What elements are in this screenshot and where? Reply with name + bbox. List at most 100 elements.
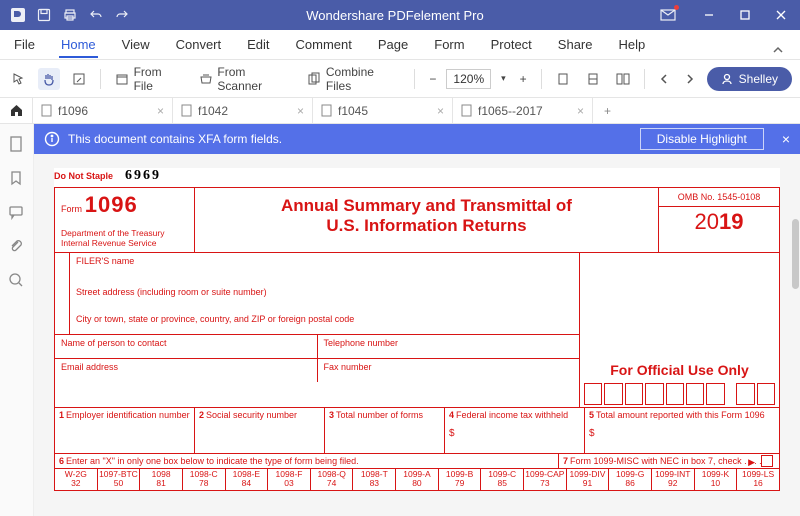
doc-tab-3[interactable]: f1065--2017× <box>452 98 592 123</box>
doc-tab-2[interactable]: f1045× <box>312 98 452 123</box>
save-icon[interactable] <box>36 7 52 23</box>
form-type-column[interactable]: 1098-T83 <box>353 469 396 490</box>
info-icon <box>44 131 60 147</box>
form-title: Annual Summary and Transmittal ofU.S. In… <box>195 188 659 252</box>
ein-field[interactable]: Employer identification number <box>66 410 190 420</box>
maximize-button[interactable] <box>728 0 762 30</box>
thumbnails-icon[interactable] <box>8 136 26 154</box>
menu-view[interactable]: View <box>120 31 152 58</box>
form-type-column[interactable]: 1098-C78 <box>183 469 226 490</box>
from-scanner-button[interactable]: From Scanner <box>195 62 296 96</box>
two-page-icon[interactable] <box>612 69 634 89</box>
close-tab-icon[interactable]: × <box>437 104 444 118</box>
search-icon[interactable] <box>8 272 26 290</box>
form-type-column[interactable]: 1099-A80 <box>396 469 439 490</box>
form-type-column[interactable]: 1099-INT92 <box>652 469 695 490</box>
form-type-column[interactable]: 109881 <box>140 469 183 490</box>
from-file-button[interactable]: From File <box>111 62 187 96</box>
menu-convert[interactable]: Convert <box>174 31 224 58</box>
bookmarks-icon[interactable] <box>8 170 26 188</box>
new-tab-button[interactable]: + <box>592 98 622 123</box>
next-page-button[interactable] <box>681 71 699 87</box>
page-canvas[interactable]: Do Not Staple6969 Form 1096 Department o… <box>34 154 800 516</box>
do-not-staple-label: Do Not Staple <box>54 171 113 181</box>
form-type-column[interactable]: 1099-LS16 <box>737 469 779 490</box>
form-type-column[interactable]: 1099-K10 <box>695 469 738 490</box>
edit-tool-icon[interactable] <box>68 69 90 89</box>
menu-protect[interactable]: Protect <box>489 31 534 58</box>
doc-tab-1[interactable]: f1042× <box>172 98 312 123</box>
tax-withheld-field[interactable]: Federal income tax withheld <box>456 410 568 420</box>
close-tab-icon[interactable]: × <box>577 104 584 118</box>
contact-name-field[interactable]: Name of person to contact <box>55 335 318 358</box>
zoom-out-button[interactable]: − <box>425 69 440 89</box>
official-use-label: For Official Use Only <box>580 359 779 381</box>
zoom-in-button[interactable]: + <box>516 69 531 89</box>
form-type-column[interactable]: W-2G32 <box>55 469 98 490</box>
disable-highlight-button[interactable]: Disable Highlight <box>640 128 764 150</box>
form-type-column[interactable]: 1098-Q74 <box>311 469 354 490</box>
menu-edit[interactable]: Edit <box>245 31 271 58</box>
form-type-column[interactable]: 1099-G86 <box>609 469 652 490</box>
form-type-column[interactable]: 1099-C85 <box>481 469 524 490</box>
ssn-field[interactable]: Social security number <box>206 410 297 420</box>
close-notification-icon[interactable]: × <box>782 131 790 147</box>
print-icon[interactable] <box>62 7 78 23</box>
select-tool-icon[interactable] <box>8 69 30 89</box>
street-address-field[interactable]: Street address (including room or suite … <box>69 284 579 311</box>
menu-help[interactable]: Help <box>617 31 648 58</box>
close-tab-icon[interactable]: × <box>297 104 304 118</box>
attachments-icon[interactable] <box>8 238 26 256</box>
menu-file[interactable]: File <box>12 31 37 58</box>
form-type-column[interactable]: 1097-BTC50 <box>98 469 141 490</box>
minimize-button[interactable] <box>692 0 726 30</box>
misc-nec-label: Form 1099-MISC with NEC in box 7, check … <box>570 456 762 466</box>
annotations-icon[interactable] <box>8 204 26 222</box>
department-label: Department of the Treasury Internal Reve… <box>61 228 188 248</box>
toolbar: From File From Scanner Combine Files − 1… <box>0 60 800 98</box>
doc-tab-0[interactable]: f1096× <box>32 98 172 123</box>
undo-icon[interactable] <box>88 7 104 23</box>
staple-number: 6969 <box>125 168 161 184</box>
fit-page-icon[interactable] <box>582 69 604 89</box>
mail-icon[interactable] <box>660 7 676 23</box>
prev-page-button[interactable] <box>655 71 673 87</box>
menu-page[interactable]: Page <box>376 31 410 58</box>
form-1096-document: Do Not Staple6969 Form 1096 Department o… <box>54 168 780 491</box>
nec-checkbox[interactable] <box>761 455 773 467</box>
redo-icon[interactable] <box>114 7 130 23</box>
app-logo-icon <box>10 7 26 23</box>
total-amount-field[interactable]: Total amount reported with this Form 109… <box>596 410 765 420</box>
fit-width-icon[interactable] <box>552 69 574 89</box>
menu-share[interactable]: Share <box>556 31 595 58</box>
scrollbar-thumb[interactable] <box>792 219 799 289</box>
user-button[interactable]: Shelley <box>707 67 792 91</box>
city-field[interactable]: City or town, state or province, country… <box>69 311 579 334</box>
email-field[interactable]: Email address <box>55 359 318 382</box>
form-type-column[interactable]: 1098-F03 <box>268 469 311 490</box>
form-type-column[interactable]: 1099-DIV91 <box>567 469 610 490</box>
form-year: 2019 <box>659 207 779 237</box>
xfa-message: This document contains XFA form fields. <box>68 132 282 146</box>
titlebar: Wondershare PDFelement Pro <box>0 0 800 30</box>
form-type-column[interactable]: 1099-B79 <box>439 469 482 490</box>
combine-files-button[interactable]: Combine Files <box>303 62 404 96</box>
hand-tool-icon[interactable] <box>38 68 60 90</box>
total-forms-field[interactable]: Total number of forms <box>336 410 423 420</box>
form-type-column[interactable]: 1099-CAP73 <box>524 469 567 490</box>
close-button[interactable] <box>764 0 798 30</box>
menu-form[interactable]: Form <box>432 31 466 58</box>
close-tab-icon[interactable]: × <box>157 104 164 118</box>
menu-comment[interactable]: Comment <box>294 31 354 58</box>
fax-field[interactable]: Fax number <box>318 359 580 382</box>
home-tab-icon[interactable] <box>0 103 32 118</box>
menu-home[interactable]: Home <box>59 31 98 58</box>
omb-number: OMB No. 1545-0108 <box>659 188 779 207</box>
telephone-field[interactable]: Telephone number <box>318 335 580 358</box>
zoom-value[interactable]: 120% <box>446 69 491 89</box>
zoom-dropdown-icon[interactable]: ▾ <box>497 70 510 87</box>
collapse-ribbon-icon[interactable] <box>770 39 786 63</box>
app-title: Wondershare PDFelement Pro <box>130 8 660 23</box>
form-type-column[interactable]: 1098-E84 <box>226 469 269 490</box>
filer-name-field[interactable]: FILER'S name <box>69 253 579 284</box>
